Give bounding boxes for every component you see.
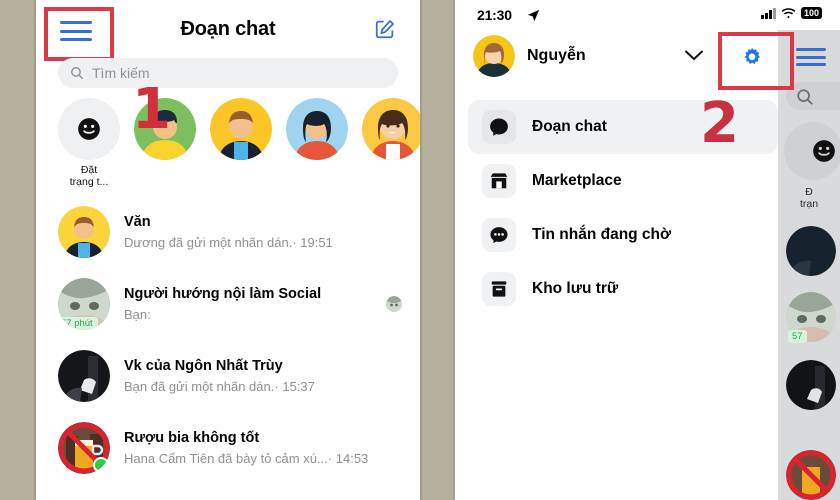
avatar <box>786 360 836 410</box>
chat-preview: Bạn: <box>124 306 151 322</box>
dimmed-background-list: Đ trạn 57 <box>778 30 840 500</box>
story-label: Đặt trạng t... <box>69 164 109 188</box>
search-icon <box>797 89 813 105</box>
screenshot-stage: Đoạn chat Tìm kiếm Đặt trạng t... 1 Văn … <box>0 0 840 500</box>
wifi-icon <box>781 7 796 18</box>
chat-name: Rượu bia không tốt <box>124 429 260 446</box>
annotation-number-1: 1 <box>132 77 171 142</box>
chevron-down-icon[interactable] <box>685 50 703 61</box>
archive-box-icon <box>482 272 516 306</box>
status-icons: 100 <box>761 7 822 19</box>
avatar <box>58 422 110 474</box>
menu-item-tin-nhan-dang-cho[interactable]: Tin nhắn đang chờ <box>468 208 778 262</box>
menu-item-label: Tin nhắn đang chờ <box>532 226 672 243</box>
avatar <box>58 350 110 402</box>
compose-icon[interactable] <box>374 18 396 40</box>
story-avatar-2[interactable] <box>210 98 272 160</box>
battery-indicator: 100 <box>800 7 822 19</box>
chat-list: Văn Dương đã gửi một nhãn dán.· 19:51 57… <box>36 196 420 484</box>
avatar <box>786 450 836 500</box>
avatar <box>210 98 272 160</box>
storefront-icon <box>482 164 516 198</box>
right-phone-screen: Đ trạn 57 21:30 100 Nguyễn Đoạn chat Mar… <box>455 0 840 500</box>
pending-messages-icon <box>482 218 516 252</box>
story-avatar-3[interactable] <box>286 98 348 160</box>
profile-row[interactable]: Nguyễn <box>455 30 840 90</box>
page-title: Đoạn chat <box>180 18 276 40</box>
smiley-icon <box>58 98 120 160</box>
avatar: 57 phút <box>58 278 110 330</box>
menu-item-marketplace[interactable]: Marketplace <box>468 154 778 208</box>
backdrop-middle <box>420 0 455 500</box>
chat-name: Vk của Ngôn Nhất Trùy <box>124 357 283 374</box>
seen-avatar <box>386 296 402 312</box>
backdrop-left <box>0 0 36 500</box>
chat-preview: Dương đã gửi một nhãn dán.· 19:51 <box>124 234 333 250</box>
chat-text: Vk của Ngôn Nhất Trùy Bạn đã gửi một nhã… <box>124 357 402 396</box>
search-input[interactable]: Tìm kiếm <box>58 58 398 88</box>
status-badge: 57 <box>788 330 807 343</box>
chat-name: Văn <box>124 213 151 230</box>
smiley-icon <box>784 122 840 180</box>
annotation-number-2: 2 <box>700 91 739 156</box>
table-row[interactable]: Văn Dương đã gửi một nhãn dán.· 19:51 <box>36 196 420 268</box>
gear-icon[interactable] <box>740 46 764 70</box>
story-avatar-4[interactable] <box>362 98 420 160</box>
location-arrow-icon <box>527 9 540 22</box>
story-label: Đ trạn <box>799 186 819 210</box>
divider-mid-a <box>420 0 422 500</box>
menu-item-label: Đoạn chat <box>532 118 607 135</box>
online-indicator <box>93 457 109 473</box>
status-bar: 21:30 100 <box>455 0 840 30</box>
avatar <box>362 98 420 160</box>
clock: 21:30 <box>477 7 512 23</box>
story-row: Đặt trạng t... <box>58 98 420 188</box>
chat-preview: Hana Cẩm Tiên đã bày tỏ cảm xú...· 14:53 <box>124 450 369 466</box>
search-icon <box>71 67 84 80</box>
chat-text: Người hướng nội làm Social Bạn: <box>124 285 380 324</box>
menu-item-kho-luu-tru[interactable]: Kho lưu trữ <box>468 262 778 316</box>
messenger-header: Đoạn chat <box>36 0 420 62</box>
story-create-status[interactable]: Đặt trạng t... <box>58 98 120 188</box>
table-row[interactable]: 57 phút Người hướng nội làm Social Bạn: <box>36 268 420 340</box>
chat-preview: Bạn đã gửi một nhãn dán.· 15:37 <box>124 378 315 394</box>
avatar <box>786 226 836 276</box>
profile-name: Nguyễn <box>527 47 586 64</box>
avatar <box>58 206 110 258</box>
table-row[interactable]: Vk của Ngôn Nhất Trùy Bạn đã gửi một nhã… <box>36 340 420 412</box>
chat-name: Người hướng nội làm Social <box>124 285 322 302</box>
menu-item-label: Marketplace <box>532 172 622 189</box>
avatar <box>286 98 348 160</box>
menu-item-label: Kho lưu trữ <box>532 280 619 297</box>
chat-text: Văn Dương đã gửi một nhãn dán.· 19:51 <box>124 213 402 252</box>
chat-text: Rượu bia không tốt Hana Cẩm Tiên đã bày … <box>124 429 402 468</box>
cellular-signal-icon <box>761 7 776 19</box>
status-badge: 57 phút <box>58 317 98 330</box>
left-phone-screen: Đoạn chat Tìm kiếm Đặt trạng t... 1 Văn … <box>36 0 420 500</box>
avatar[interactable] <box>473 35 515 77</box>
table-row[interactable]: Rượu bia không tốt Hana Cẩm Tiên đã bày … <box>36 412 420 484</box>
chat-bubble-icon <box>482 110 516 144</box>
